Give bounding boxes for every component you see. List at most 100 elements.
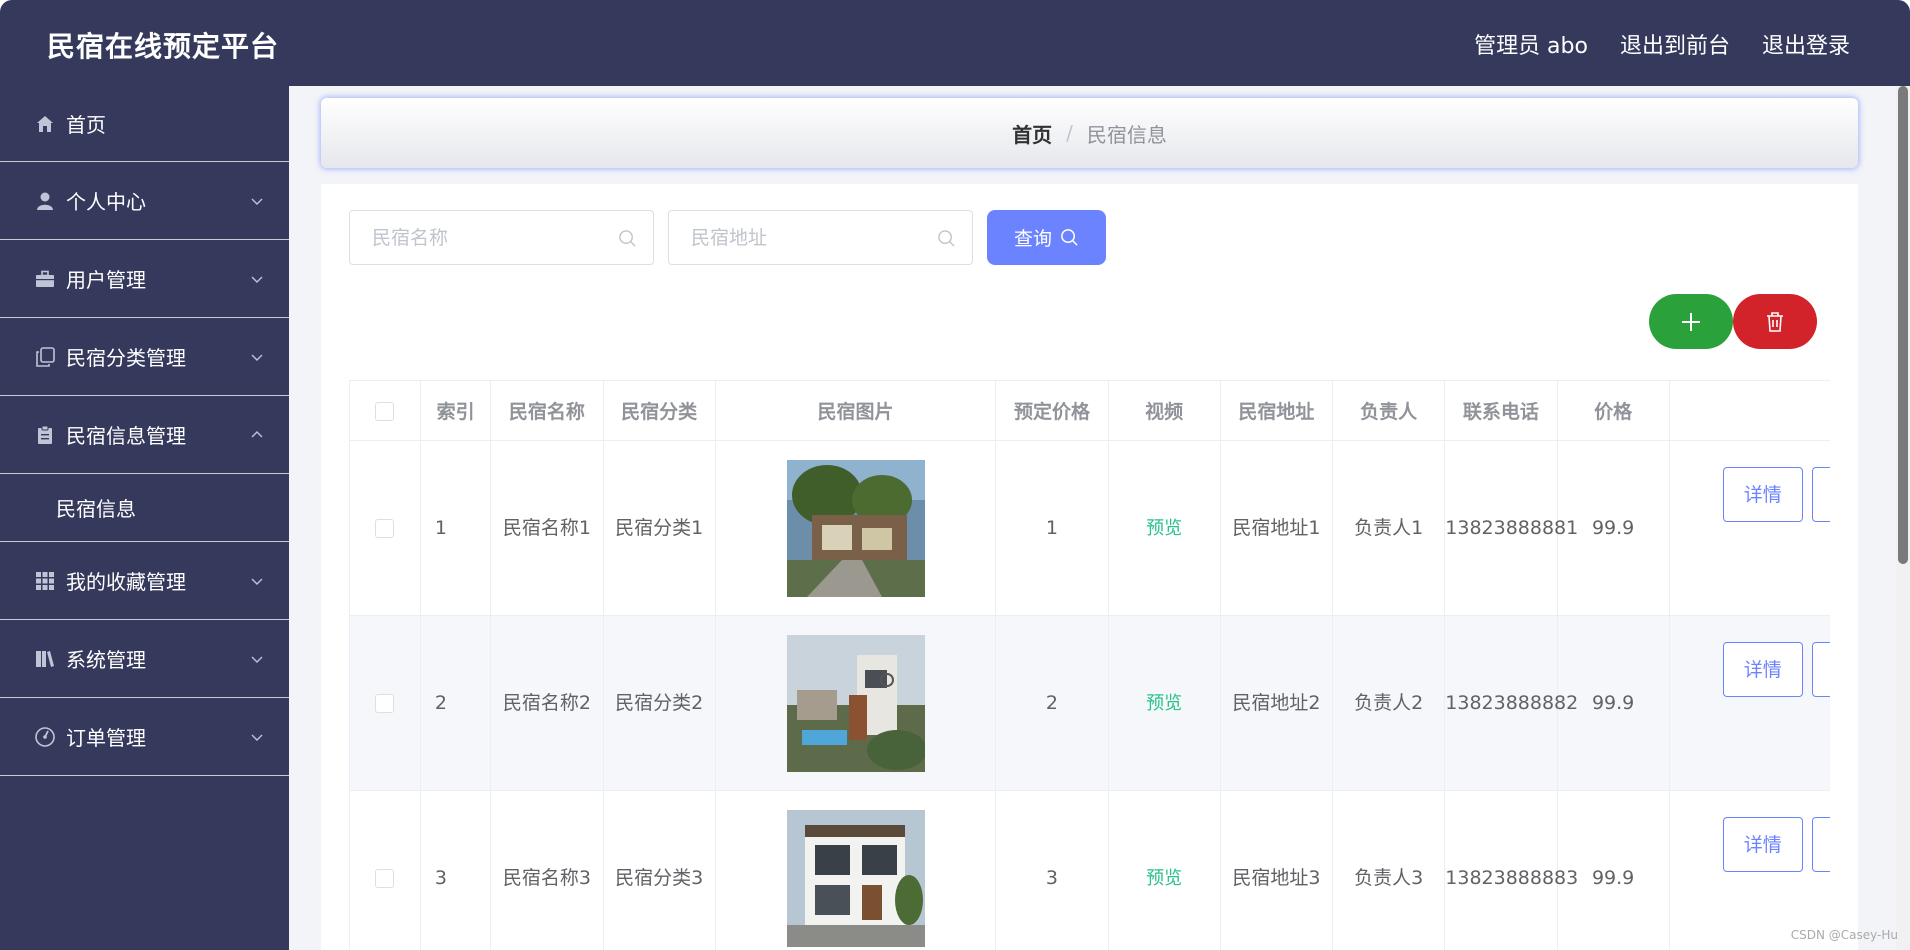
breadcrumb-separator: / [1066,121,1073,145]
row-checkbox[interactable] [375,869,395,888]
sidebar-item-home[interactable]: 首页 [0,86,289,162]
sidebar-item-label: 民宿分类管理 [66,346,186,370]
row-checkbox[interactable] [375,694,395,713]
breadcrumb-home[interactable]: 首页 [1012,119,1052,148]
breadcrumb: 首页 / 民宿信息 [321,98,1858,168]
data-table: 索引 民宿名称 民宿分类 民宿图片 预定价格 视频 民宿地址 负责人 联系电话 … [349,380,1830,950]
cell-image [715,615,997,791]
table-row: 2 民宿名称2 民宿分类2 2 预览 民宿地址2 负责人2 1382388888… [350,615,1830,791]
cell-image [715,440,997,616]
column-header: 负责人 [1332,380,1446,441]
cell-name: 民宿名称1 [490,440,604,616]
detail-button[interactable]: 详情 [1722,467,1803,522]
cell-name: 民宿名称3 [490,790,604,950]
name-search-input[interactable] [350,211,653,264]
detail-button[interactable]: 详情 [1722,642,1803,697]
plus-icon [1682,312,1700,331]
sidebar-item-label: 个人中心 [66,190,146,214]
scrollbar-thumb[interactable] [1898,86,1908,564]
video-preview-link[interactable]: 预览 [1146,693,1182,714]
sidebar-item-label: 系统管理 [66,648,146,672]
column-header: 视频 [1108,380,1221,441]
video-preview-link[interactable]: 预览 [1146,868,1182,889]
sidebar: 首页 个人中心 用户管理 民宿分类管理 民宿信息管理 民宿信息 我的收藏管理 系… [0,86,289,950]
sidebar-item-label: 我的收藏管理 [66,570,186,594]
homestay-thumbnail[interactable] [786,459,925,597]
column-header: 价格 [1557,380,1670,441]
table-row: 3 民宿名称3 民宿分类3 3 预览 民宿地址3 负责人3 1382388888… [350,790,1830,950]
sidebar-item-user-management[interactable]: 用户管理 [0,240,289,318]
select-all-checkbox[interactable] [375,401,395,421]
scrollbar[interactable] [1896,86,1910,950]
row-checkbox[interactable] [375,519,395,538]
cell-index: 2 [420,615,492,791]
library-icon [34,648,56,670]
sidebar-item-order-management[interactable]: 订单管理 [0,698,289,776]
cell-address: 民宿地址1 [1220,440,1334,616]
column-header: 索引 [420,380,492,441]
exit-to-frontend-link[interactable]: 退出到前台 [1620,28,1730,60]
edit-button[interactable]: 修 [1811,817,1830,872]
add-button[interactable] [1649,294,1733,349]
admin-user-link[interactable]: 管理员 abo [1474,28,1588,60]
row-actions: 详情 修 [1670,441,1830,615]
cell-actions: 详情 修 [1669,790,1830,950]
sidebar-item-info-management[interactable]: 民宿信息管理 [0,396,289,474]
sidebar-item-label: 用户管理 [66,268,146,292]
cell-address: 民宿地址3 [1220,790,1334,950]
cell-price: 2 [995,615,1109,791]
table-header-row: 索引 民宿名称 民宿分类 民宿图片 预定价格 视频 民宿地址 负责人 联系电话 … [350,380,1830,441]
column-header: 民宿名称 [490,380,604,441]
cell-image [715,790,997,950]
cell-video: 预览 [1108,790,1221,950]
chevron-down-icon [251,734,263,741]
cell-category: 民宿分类2 [603,615,716,791]
address-search-box [668,210,973,265]
sidebar-item-favorites-management[interactable]: 我的收藏管理 [0,542,289,620]
cell-price: 1 [995,440,1109,616]
edit-button[interactable]: 修 [1811,642,1830,697]
sidebar-subitem-homestay-info[interactable]: 民宿信息 [0,474,289,542]
user-icon [34,190,56,212]
homestay-thumbnail[interactable] [786,809,925,947]
cell-manager: 负责人2 [1332,615,1446,791]
main-area: 首页 / 民宿信息 查询 [289,86,1910,950]
trash-icon [1767,311,1783,332]
sidebar-item-label: 首页 [66,113,106,137]
cell-actions: 详情 修 [1669,440,1830,616]
edit-button[interactable]: 修 [1811,467,1830,522]
chevron-down-icon [251,198,263,205]
column-header: 民宿地址 [1220,380,1334,441]
grid-icon [34,570,56,592]
row-actions: 详情 修 [1670,616,1830,790]
detail-button[interactable]: 详情 [1722,817,1803,872]
address-search-input[interactable] [669,211,972,264]
actions-header [1669,380,1830,441]
query-button[interactable]: 查询 [987,210,1106,265]
sidebar-item-system-management[interactable]: 系统管理 [0,620,289,698]
cell-name: 民宿名称2 [490,615,604,791]
cell-index: 1 [420,440,492,616]
cell-video: 预览 [1108,440,1221,616]
content-card: 查询 [321,184,1858,950]
column-header: 联系电话 [1444,380,1558,441]
cell-phone: 13823888881 [1444,440,1578,616]
sidebar-item-label: 民宿信息管理 [66,424,186,448]
search-icon [938,230,955,247]
chevron-down-icon [251,354,263,361]
sidebar-item-personal-center[interactable]: 个人中心 [0,162,289,240]
cell-category: 民宿分类1 [603,440,716,616]
cell-price: 3 [995,790,1109,950]
delete-button[interactable] [1733,294,1817,349]
clipboard-icon [34,424,56,446]
breadcrumb-current: 民宿信息 [1086,122,1167,147]
logout-link[interactable]: 退出登录 [1762,28,1850,60]
name-search-box [349,210,654,265]
homestay-thumbnail[interactable] [786,634,925,772]
cell-address: 民宿地址2 [1220,615,1334,791]
video-preview-link[interactable]: 预览 [1146,518,1182,539]
search-icon [619,230,636,247]
cell-phone: 13823888883 [1444,790,1578,950]
query-button-label: 查询 [1013,228,1052,250]
sidebar-item-category-management[interactable]: 民宿分类管理 [0,318,289,396]
